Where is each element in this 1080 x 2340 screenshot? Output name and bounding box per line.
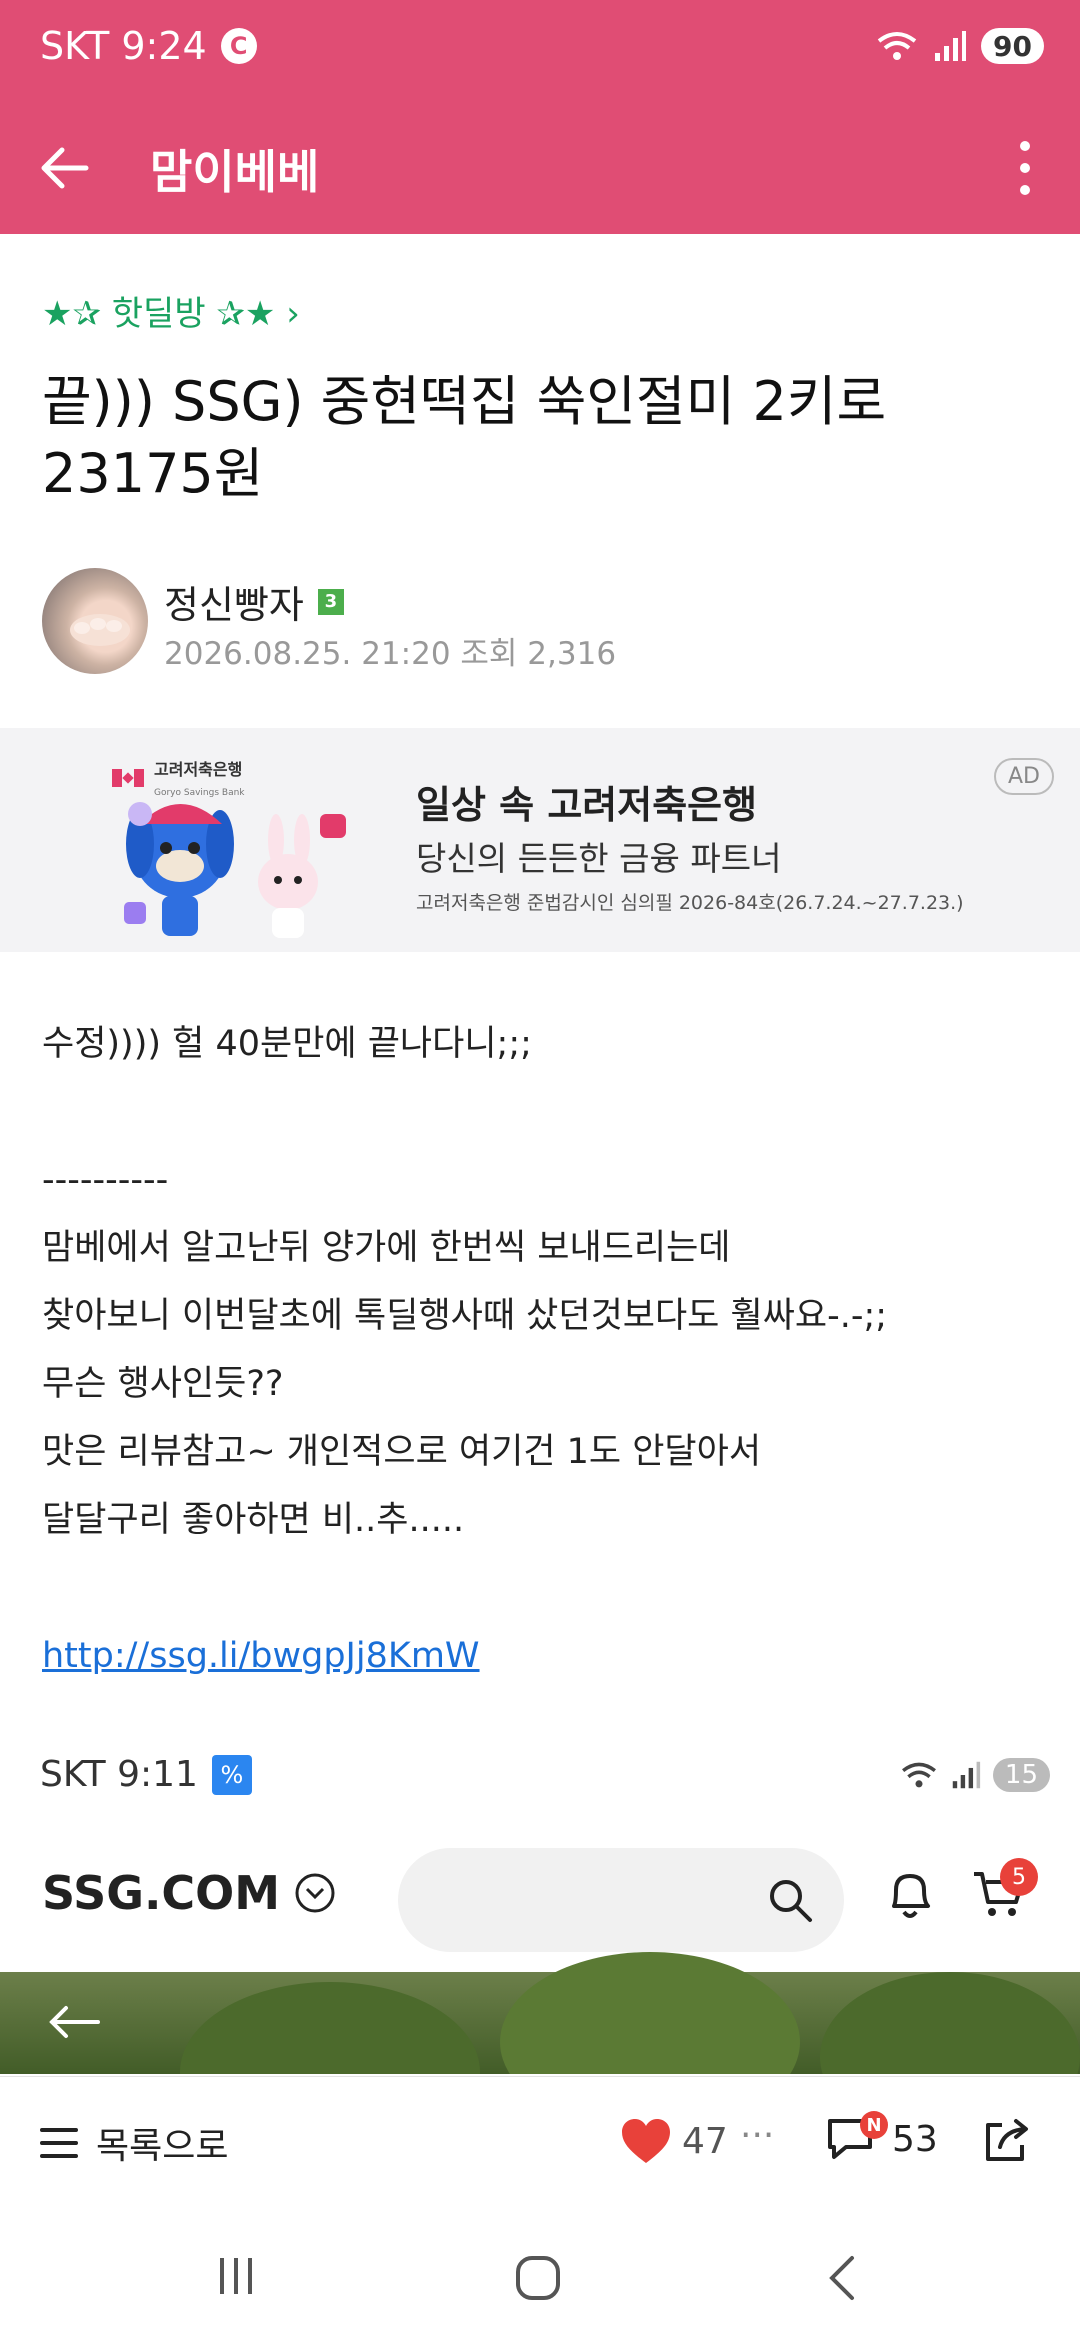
back-to-list-label: 목록으로 (96, 2126, 229, 2167)
post-title: 끝))) SSG) 중현떡집 쑥인절미 2키로 23175원 (42, 370, 887, 505)
body-line: 맛은 리뷰참고~ 개인적으로 여기건 1도 안달아서 (42, 1432, 762, 1472)
product-link[interactable]: http://ssg.li/bwgpJj8KmW (42, 1636, 480, 1676)
like-count: 47 (682, 2120, 728, 2162)
embedded-status-left: SKT 9:11 % (40, 1754, 252, 1795)
cart-count-badge: 5 (1000, 1858, 1038, 1896)
comment-count: 53 (892, 2118, 938, 2160)
app-title: 맘이베베 (150, 145, 320, 199)
ad-title: 일상 속 고려저축은행 (416, 783, 758, 827)
wifi-icon (901, 1762, 936, 1788)
post-meta: 2026.08.25. 21:20 조회 2,316 (164, 628, 616, 673)
search-icon (770, 1880, 812, 1922)
status-bar: SKT 9:24 C 90 (0, 0, 1080, 100)
author-avatar[interactable] (42, 568, 148, 674)
app-bar: 맘이베베 (0, 100, 1080, 234)
like-button[interactable]: 47 (620, 2117, 728, 2165)
avatar-image (70, 614, 130, 646)
ad-mascot-illustration (124, 802, 346, 938)
body-line: 찾아보니 이번달초에 톡딜행사때 샀던것보다도 훨싸요-.-;; (42, 1296, 888, 1336)
back-to-list-button[interactable]: 목록으로 (40, 2117, 228, 2169)
chevron-down-circle-icon (295, 1873, 335, 1913)
heart-icon (622, 2119, 670, 2163)
ad-banner[interactable]: 고려저축은행 Goryo Savings Bank 일상 속 고려저축은행 당신… (0, 728, 1080, 952)
back-icon[interactable] (822, 2254, 862, 2302)
menu-icon (40, 2128, 78, 2158)
post-date: 2026.08.25. 21:20 (164, 636, 451, 672)
signal-icon (935, 31, 967, 61)
ssg-search-field (398, 1848, 844, 1952)
author-level-badge: 3 (317, 588, 344, 615)
app-header: SKT 9:24 C 90 맘이베베 (0, 0, 1080, 234)
system-navigation-bar (0, 2216, 1080, 2340)
notification-icon: C (220, 28, 257, 64)
bell-icon (892, 1874, 930, 1918)
ssg-logo: SSG.COM (42, 1866, 336, 1920)
body-line: 수정)))) 헐 40분만에 끝나다니;;; (42, 1024, 532, 1064)
embedded-carrier-time: SKT 9:11 (40, 1754, 198, 1795)
body-line (42, 1078, 1042, 1146)
body-line: ---------- (42, 1160, 169, 1200)
body-line (42, 1554, 1042, 1622)
wifi-icon (877, 32, 917, 60)
product-image (0, 1952, 1080, 2074)
embedded-screenshot[interactable]: SKT 9:11 % 15 SSG.COM 5 (0, 1740, 1080, 2074)
body-line: 달달구리 좋아하면 비..추..... (42, 1500, 465, 1540)
ad-subtitle: 당신의 든든한 금융 파트너 (416, 839, 782, 878)
author-name[interactable]: 정신빵자 (164, 574, 304, 629)
ad-label[interactable]: AD (994, 758, 1054, 795)
share-icon[interactable] (978, 2113, 1034, 2169)
ssg-logo-text: SSG.COM (42, 1866, 281, 1920)
board-category-link[interactable]: ★✰ 핫딜방 ✰★ › (42, 286, 300, 335)
left-arrow-icon (49, 2006, 100, 2038)
status-right: 90 (875, 28, 1044, 64)
embedded-status-right: 15 (899, 1758, 1050, 1792)
ad-fineprint: 고려저축은행 준법감시인 심의필 2026-84호(26.7.24.~27.7.… (416, 892, 964, 914)
comment-button[interactable]: N 53 (824, 2111, 938, 2165)
ad-bank-name: 고려저축은행 (154, 760, 243, 779)
body-line: 무슨 행사인듯?? (42, 1364, 284, 1404)
home-icon[interactable] (514, 2254, 562, 2302)
battery-indicator: 90 (981, 28, 1044, 64)
more-icon[interactable]: ··· (740, 2115, 774, 2156)
embedded-battery: 15 (992, 1758, 1050, 1792)
body-line: 맘베에서 알고난뒤 양가에 한번씩 보내드리는데 (42, 1228, 731, 1268)
recent-apps-icon[interactable] (214, 2254, 258, 2298)
post-views: 조회 2,316 (460, 636, 617, 672)
signal-icon (952, 1761, 981, 1789)
status-left: SKT 9:24 C (40, 24, 257, 68)
percent-icon: % (211, 1754, 252, 1795)
carrier-time: SKT 9:24 (40, 24, 207, 68)
more-vert-icon[interactable] (1000, 136, 1050, 200)
post-action-bar: 목록으로 47 ··· N 53 (0, 2076, 1080, 2216)
back-arrow-icon[interactable] (36, 138, 96, 198)
post-body: 수정)))) 헐 40분만에 끝나다니;;; ---------- 맘베에서 알… (42, 1010, 1042, 1690)
new-comment-badge: N (860, 2111, 888, 2139)
author-row: 정신빵자 3 (164, 574, 344, 629)
comment-icon-wrap: N (824, 2111, 888, 2165)
